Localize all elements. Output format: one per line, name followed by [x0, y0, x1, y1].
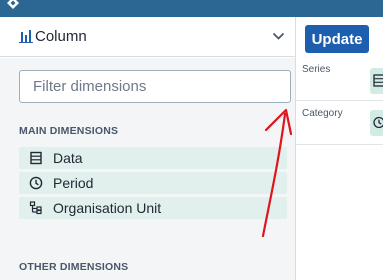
app-logo-icon[interactable]: [6, 0, 20, 10]
dimension-item-label: Period: [53, 175, 94, 191]
category-axis-label: Category: [302, 108, 343, 119]
filter-dimensions-field[interactable]: [19, 70, 291, 103]
filter-dimensions-input[interactable]: [20, 71, 290, 102]
org-unit-icon: [29, 201, 42, 215]
other-dimensions-heading: OTHER DIMENSIONS: [19, 261, 129, 273]
data-icon: [30, 151, 42, 165]
update-button[interactable]: Update: [305, 25, 369, 53]
layout-panel: Series Category: [296, 58, 383, 280]
period-clock-icon: [29, 176, 43, 190]
header-bar: [0, 0, 383, 17]
series-axis[interactable]: Series: [296, 58, 383, 101]
visualization-type-selector[interactable]: Column: [0, 17, 295, 57]
dimensions-panel: Column MAIN DIMENSIONS Data Period: [0, 17, 295, 280]
visualization-type-label: Column: [35, 28, 87, 45]
dimension-item-label: Organisation Unit: [53, 200, 162, 216]
main-dimensions-heading: MAIN DIMENSIONS: [19, 125, 119, 137]
category-axis[interactable]: Category: [296, 102, 383, 145]
period-clock-icon: [373, 116, 383, 129]
data-icon: [373, 74, 383, 87]
series-axis-label: Series: [302, 64, 331, 75]
dimension-item-data[interactable]: Data: [19, 147, 287, 169]
dimension-item-organisation-unit[interactable]: Organisation Unit: [19, 197, 287, 219]
chevron-down-icon: [272, 32, 285, 40]
category-chip-period[interactable]: [370, 110, 383, 136]
dimension-item-label: Data: [53, 150, 83, 166]
dimensions-list-area: MAIN DIMENSIONS Data Period: [0, 58, 295, 280]
dimension-item-period[interactable]: Period: [19, 172, 287, 194]
series-chip-data[interactable]: [370, 68, 383, 94]
column-chart-icon: [19, 30, 33, 43]
